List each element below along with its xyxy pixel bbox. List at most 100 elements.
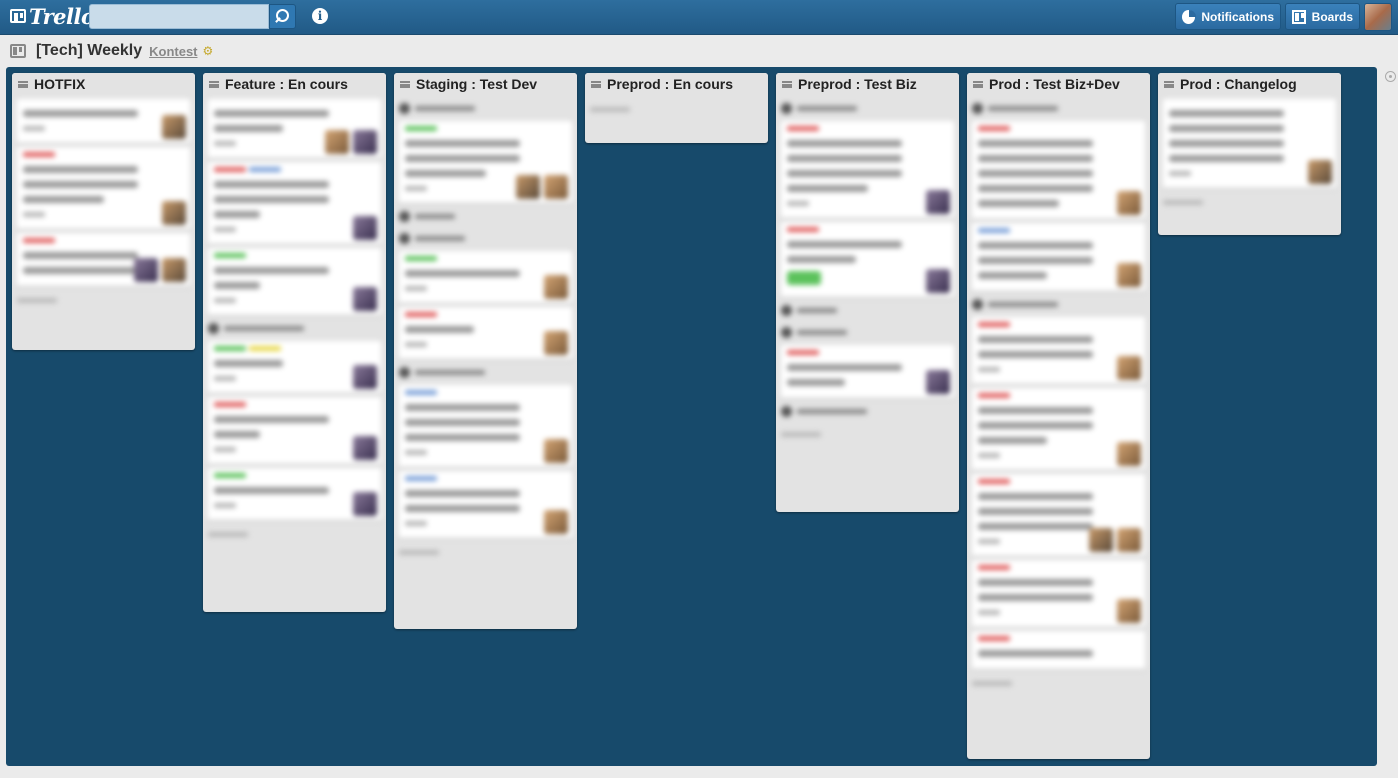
card[interactable] <box>972 631 1145 669</box>
card[interactable] <box>1163 99 1336 188</box>
list-menu-icon[interactable] <box>400 80 410 88</box>
card[interactable] <box>972 388 1145 470</box>
list-cards <box>967 99 1150 691</box>
member-avatar[interactable] <box>325 130 349 154</box>
card[interactable] <box>208 341 381 393</box>
board-settings-icon[interactable] <box>1385 71 1396 82</box>
add-card-link[interactable] <box>1163 194 1336 210</box>
list-menu-icon[interactable] <box>1164 80 1174 88</box>
list-separator <box>399 99 572 117</box>
info-icon[interactable]: i <box>312 8 328 24</box>
member-avatar[interactable] <box>353 130 377 154</box>
card[interactable] <box>399 121 572 203</box>
member-avatar[interactable] <box>1117 599 1141 623</box>
card[interactable] <box>972 121 1145 219</box>
user-avatar[interactable] <box>1364 3 1392 31</box>
card[interactable] <box>208 99 381 158</box>
member-avatar[interactable] <box>1117 356 1141 380</box>
list-title[interactable]: HOTFIX <box>34 76 85 92</box>
list[interactable]: Preprod : Test Biz <box>776 73 959 512</box>
list-header[interactable]: Prod : Test Biz+Dev <box>967 73 1150 95</box>
list[interactable]: HOTFIX <box>12 73 195 350</box>
member-avatar[interactable] <box>926 269 950 293</box>
list-title[interactable]: Preprod : Test Biz <box>798 76 917 92</box>
member-avatar[interactable] <box>353 287 377 311</box>
card[interactable] <box>399 471 572 538</box>
card[interactable] <box>208 162 381 244</box>
trello-logo[interactable]: Trello <box>10 4 95 29</box>
member-avatar[interactable] <box>1117 191 1141 215</box>
add-card-link[interactable] <box>17 292 190 308</box>
member-avatar[interactable] <box>134 258 158 282</box>
list-header[interactable]: Feature : En cours <box>203 73 386 95</box>
card[interactable] <box>399 307 572 359</box>
add-card-link[interactable] <box>399 544 572 560</box>
list-menu-icon[interactable] <box>973 80 983 88</box>
card[interactable] <box>399 251 572 303</box>
list[interactable]: Feature : En cours <box>203 73 386 612</box>
add-card-link[interactable] <box>972 675 1145 691</box>
member-avatar[interactable] <box>162 201 186 225</box>
card[interactable] <box>399 385 572 467</box>
organization-link[interactable]: Kontest <box>149 44 197 59</box>
member-avatar[interactable] <box>162 115 186 139</box>
add-card-link[interactable] <box>781 426 954 442</box>
list-title[interactable]: Prod : Changelog <box>1180 76 1297 92</box>
card[interactable] <box>781 345 954 398</box>
card[interactable] <box>17 233 190 286</box>
member-avatar[interactable] <box>926 190 950 214</box>
member-avatar[interactable] <box>1308 160 1332 184</box>
member-avatar[interactable] <box>162 258 186 282</box>
member-avatar[interactable] <box>544 510 568 534</box>
member-avatar[interactable] <box>1117 442 1141 466</box>
boards-button[interactable]: Boards <box>1285 3 1360 30</box>
card[interactable] <box>781 121 954 218</box>
search-button[interactable] <box>269 4 296 29</box>
card[interactable] <box>972 474 1145 556</box>
list[interactable]: Staging : Test Dev <box>394 73 577 629</box>
member-avatar[interactable] <box>1117 263 1141 287</box>
list-title[interactable]: Feature : En cours <box>225 76 348 92</box>
member-avatar[interactable] <box>544 439 568 463</box>
list[interactable]: Prod : Test Biz+Dev <box>967 73 1150 759</box>
member-avatar[interactable] <box>544 275 568 299</box>
card[interactable] <box>781 222 954 297</box>
member-avatar[interactable] <box>353 365 377 389</box>
list-menu-icon[interactable] <box>782 80 792 88</box>
member-avatar[interactable] <box>1117 528 1141 552</box>
list-header[interactable]: Prod : Changelog <box>1158 73 1341 95</box>
search-input[interactable] <box>89 4 269 29</box>
member-avatar[interactable] <box>1089 528 1113 552</box>
card[interactable] <box>972 560 1145 627</box>
list-header[interactable]: Preprod : En cours <box>585 73 768 95</box>
card[interactable] <box>208 248 381 315</box>
member-avatar[interactable] <box>353 492 377 516</box>
list-header[interactable]: Staging : Test Dev <box>394 73 577 95</box>
board-title[interactable]: [Tech] Weekly <box>36 42 142 60</box>
card[interactable] <box>17 99 190 143</box>
member-avatar[interactable] <box>353 216 377 240</box>
add-card-link[interactable] <box>590 101 763 117</box>
list-title[interactable]: Prod : Test Biz+Dev <box>989 76 1120 92</box>
list-title[interactable]: Staging : Test Dev <box>416 76 537 92</box>
member-avatar[interactable] <box>544 331 568 355</box>
member-avatar[interactable] <box>926 370 950 394</box>
card[interactable] <box>972 317 1145 384</box>
notifications-button[interactable]: Notifications <box>1175 3 1281 30</box>
card[interactable] <box>208 397 381 464</box>
card[interactable] <box>17 147 190 229</box>
list[interactable]: Preprod : En cours <box>585 73 768 143</box>
list-menu-icon[interactable] <box>18 80 28 88</box>
card[interactable] <box>972 223 1145 291</box>
list-title[interactable]: Preprod : En cours <box>607 76 733 92</box>
member-avatar[interactable] <box>544 175 568 199</box>
card[interactable] <box>208 468 381 520</box>
list-menu-icon[interactable] <box>591 80 601 88</box>
list-header[interactable]: Preprod : Test Biz <box>776 73 959 95</box>
add-card-link[interactable] <box>208 526 381 542</box>
list-header[interactable]: HOTFIX <box>12 73 195 95</box>
member-avatar[interactable] <box>353 436 377 460</box>
list-menu-icon[interactable] <box>209 80 219 88</box>
member-avatar[interactable] <box>516 175 540 199</box>
list[interactable]: Prod : Changelog <box>1158 73 1341 235</box>
